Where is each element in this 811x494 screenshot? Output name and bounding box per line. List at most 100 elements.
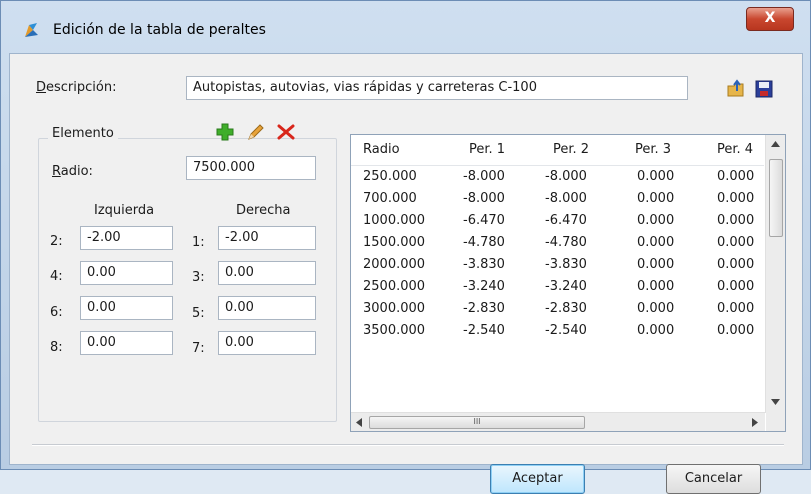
table-cell: 0.000 (717, 257, 755, 272)
izquierda-input[interactable]: -2.00 (80, 226, 173, 250)
table-cell: 0.000 (637, 213, 675, 228)
izquierda-input[interactable]: 0.00 (80, 296, 173, 320)
title-bar: Edición de la tabla de peraltes X (1, 1, 810, 38)
scroll-down-icon[interactable] (771, 399, 780, 405)
table-cell: 2500.000 (363, 279, 426, 294)
table-cell: -4.780 (463, 235, 505, 250)
dialog-window: Edición de la tabla de peraltes X Descri… (0, 0, 811, 494)
table-row[interactable]: 1000.000 -6.470 -6.470 0.000 0.000 (351, 210, 764, 232)
right-index-label: 5: (192, 306, 205, 321)
table-cell: -8.000 (545, 191, 587, 206)
table-cell: 0.000 (637, 191, 675, 206)
table-cell: 0.000 (717, 323, 755, 338)
scroll-right-icon[interactable] (752, 418, 758, 427)
dialog-client-area: Descripción: Autopistas, autovias, vias … (9, 53, 803, 494)
table-cell: 0.000 (717, 301, 755, 316)
table-cell: 0.000 (637, 257, 675, 272)
table-cell: -6.470 (463, 213, 505, 228)
table-cell: 1000.000 (363, 213, 426, 228)
left-index-label: 2: (50, 234, 63, 249)
descripcion-input[interactable]: Autopistas, autovias, vias rápidas y car… (186, 76, 688, 100)
table-cell: -8.000 (463, 169, 505, 184)
column-header[interactable]: Per. 1 (469, 142, 505, 157)
delete-x-icon[interactable] (276, 122, 296, 142)
table-cell: 1500.000 (363, 235, 426, 250)
table-cell: 0.000 (717, 213, 755, 228)
column-header[interactable]: Per. 4 (717, 142, 753, 157)
column-header[interactable]: Per. 3 (635, 142, 671, 157)
left-index-label: 4: (50, 269, 63, 284)
scroll-up-icon[interactable] (771, 141, 780, 147)
edit-pencil-icon[interactable] (246, 122, 266, 142)
table-row[interactable]: 250.000 -8.000 -8.000 0.000 0.000 (351, 166, 764, 188)
table-cell: -8.000 (463, 191, 505, 206)
table-row[interactable]: 1500.000 -4.780 -4.780 0.000 0.000 (351, 232, 764, 254)
derecha-input[interactable]: -2.00 (218, 226, 316, 250)
table-cell: -8.000 (545, 169, 587, 184)
table-cell: 0.000 (637, 235, 675, 250)
table-cell: -4.780 (545, 235, 587, 250)
table-row[interactable]: 2500.000 -3.240 -3.240 0.000 0.000 (351, 276, 764, 298)
table-row[interactable]: 2000.000 -3.830 -3.830 0.000 0.000 (351, 254, 764, 276)
left-index-label: 8: (50, 340, 63, 355)
table-row[interactable]: 3500.000 -2.540 -2.540 0.000 0.000 (351, 320, 764, 342)
izquierda-label: Izquierda (94, 203, 155, 218)
radio-label: Radio: (52, 164, 93, 179)
table-cell: 0.000 (717, 169, 755, 184)
table-cell: -3.240 (545, 279, 587, 294)
column-header[interactable]: Radio (363, 142, 400, 157)
scrollbar-corner (766, 413, 785, 431)
table-cell: 2000.000 (363, 257, 426, 272)
right-index-label: 3: (192, 270, 205, 285)
table-cell: -2.540 (545, 323, 587, 338)
radio-input[interactable]: 7500.000 (186, 156, 316, 180)
right-index-label: 1: (192, 235, 205, 250)
separator (32, 444, 784, 446)
table-row[interactable]: 700.000 -8.000 -8.000 0.000 0.000 (351, 188, 764, 210)
table-cell: -3.240 (463, 279, 505, 294)
table-cell: 0.000 (637, 301, 675, 316)
table-cell: 0.000 (637, 323, 675, 338)
add-plus-icon[interactable] (215, 122, 235, 142)
elemento-group-title: Elemento (48, 126, 118, 141)
derecha-input[interactable]: 0.00 (218, 261, 316, 285)
table-cell: 700.000 (363, 191, 417, 206)
table-cell: -2.540 (463, 323, 505, 338)
save-disk-icon[interactable] (754, 79, 774, 99)
table-cell: 3000.000 (363, 301, 426, 316)
table-cell: 0.000 (637, 169, 675, 184)
table-header: Radio Per. 1 Per. 2 Per. 3 Per. 4 (351, 135, 764, 166)
scroll-left-icon[interactable] (356, 418, 362, 427)
horizontal-scrollbar[interactable]: III (351, 412, 765, 431)
table-cell: 250.000 (363, 169, 417, 184)
column-header[interactable]: Per. 2 (553, 142, 589, 157)
app-logo-icon (25, 23, 38, 37)
open-folder-icon[interactable] (726, 79, 746, 99)
derecha-input[interactable]: 0.00 (218, 296, 316, 320)
table-cell: 3500.000 (363, 323, 426, 338)
vertical-scrollbar[interactable] (765, 135, 785, 413)
izquierda-input[interactable]: 0.00 (80, 331, 173, 355)
horizontal-scroll-thumb[interactable]: III (369, 416, 585, 429)
derecha-label: Derecha (236, 203, 291, 218)
derecha-input[interactable]: 0.00 (218, 331, 316, 355)
aceptar-button[interactable]: Aceptar (490, 464, 585, 494)
table-cell: 0.000 (717, 191, 755, 206)
table-cell: -3.830 (545, 257, 587, 272)
cancelar-button[interactable]: Cancelar (666, 464, 761, 494)
close-button[interactable]: X (746, 7, 794, 31)
table-cell: 0.000 (637, 279, 675, 294)
table-cell: -2.830 (463, 301, 505, 316)
table-row[interactable]: 3000.000 -2.830 -2.830 0.000 0.000 (351, 298, 764, 320)
right-index-label: 7: (192, 341, 205, 356)
table-cell: 0.000 (717, 279, 755, 294)
table-cell: -2.830 (545, 301, 587, 316)
peraltes-table[interactable]: Radio Per. 1 Per. 2 Per. 3 Per. 4 250.00… (350, 134, 786, 432)
izquierda-input[interactable]: 0.00 (80, 261, 173, 285)
vertical-scroll-thumb[interactable] (769, 159, 783, 237)
left-index-label: 6: (50, 305, 63, 320)
table-cell: -3.830 (463, 257, 505, 272)
descripcion-label: Descripción: (36, 80, 117, 95)
table-cell: 0.000 (717, 235, 755, 250)
window-title: Edición de la tabla de peraltes (53, 22, 266, 38)
